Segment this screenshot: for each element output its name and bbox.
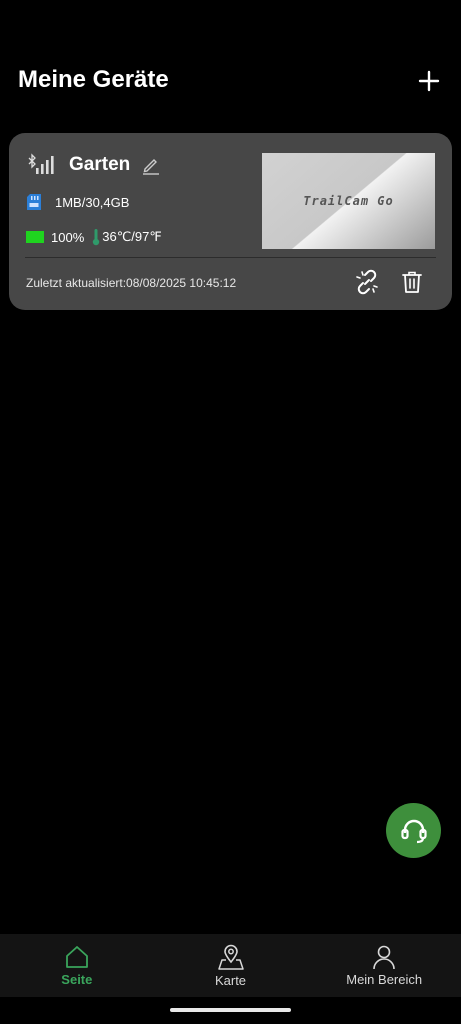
broken-link-icon bbox=[356, 269, 378, 295]
storage-row: 1MB/30,4GB bbox=[26, 193, 129, 211]
card-divider bbox=[25, 257, 436, 258]
person-icon bbox=[373, 945, 395, 970]
preview-logo-text: TrailCam Go bbox=[303, 194, 394, 208]
unlink-button[interactable] bbox=[352, 267, 382, 297]
trash-icon bbox=[402, 271, 422, 293]
home-icon bbox=[65, 946, 88, 968]
device-title-row: Garten bbox=[27, 153, 161, 177]
delete-button[interactable] bbox=[397, 267, 427, 297]
temperature-text: 36℃/97℉ bbox=[102, 229, 162, 244]
battery-text: 100% bbox=[51, 229, 85, 245]
map-pin-icon bbox=[217, 944, 244, 970]
home-indicator[interactable] bbox=[170, 1008, 291, 1012]
nav-item-seite[interactable]: Seite bbox=[0, 934, 154, 997]
page-title: Meine Geräte bbox=[18, 66, 169, 93]
nav-item-mein-bereich[interactable]: Mein Bereich bbox=[307, 934, 461, 997]
bottom-nav: Seite Karte Mein Bereich bbox=[0, 934, 461, 997]
sd-card-icon bbox=[27, 194, 41, 210]
bluetooth-signal-icon bbox=[28, 153, 54, 174]
battery-icon bbox=[26, 231, 44, 243]
add-device-button[interactable] bbox=[414, 66, 444, 96]
last-updated-text: Zuletzt aktualisiert:08/08/2025 10:45:12 bbox=[26, 276, 237, 290]
device-card[interactable]: Garten 1MB/30,4GB 100% 36℃/97℉ TrailCam … bbox=[9, 133, 452, 310]
nav-item-karte[interactable]: Karte bbox=[154, 934, 308, 997]
pencil-icon bbox=[143, 159, 160, 175]
nav-label-karte: Karte bbox=[214, 973, 247, 988]
header: Meine Geräte bbox=[0, 0, 461, 130]
status-row: 100% 36℃/97℉ bbox=[26, 228, 162, 246]
storage-text: 1MB/30,4GB bbox=[55, 194, 130, 210]
device-name: Garten bbox=[69, 154, 131, 175]
edit-name-button[interactable] bbox=[141, 155, 161, 175]
camera-preview[interactable]: TrailCam Go bbox=[262, 153, 435, 249]
plus-icon bbox=[418, 70, 440, 92]
nav-label-seite: Seite bbox=[61, 972, 93, 987]
headset-icon bbox=[400, 819, 427, 843]
support-button[interactable] bbox=[386, 803, 441, 858]
thermometer-icon bbox=[93, 229, 100, 246]
nav-label-mein-bereich: Mein Bereich bbox=[346, 972, 423, 987]
